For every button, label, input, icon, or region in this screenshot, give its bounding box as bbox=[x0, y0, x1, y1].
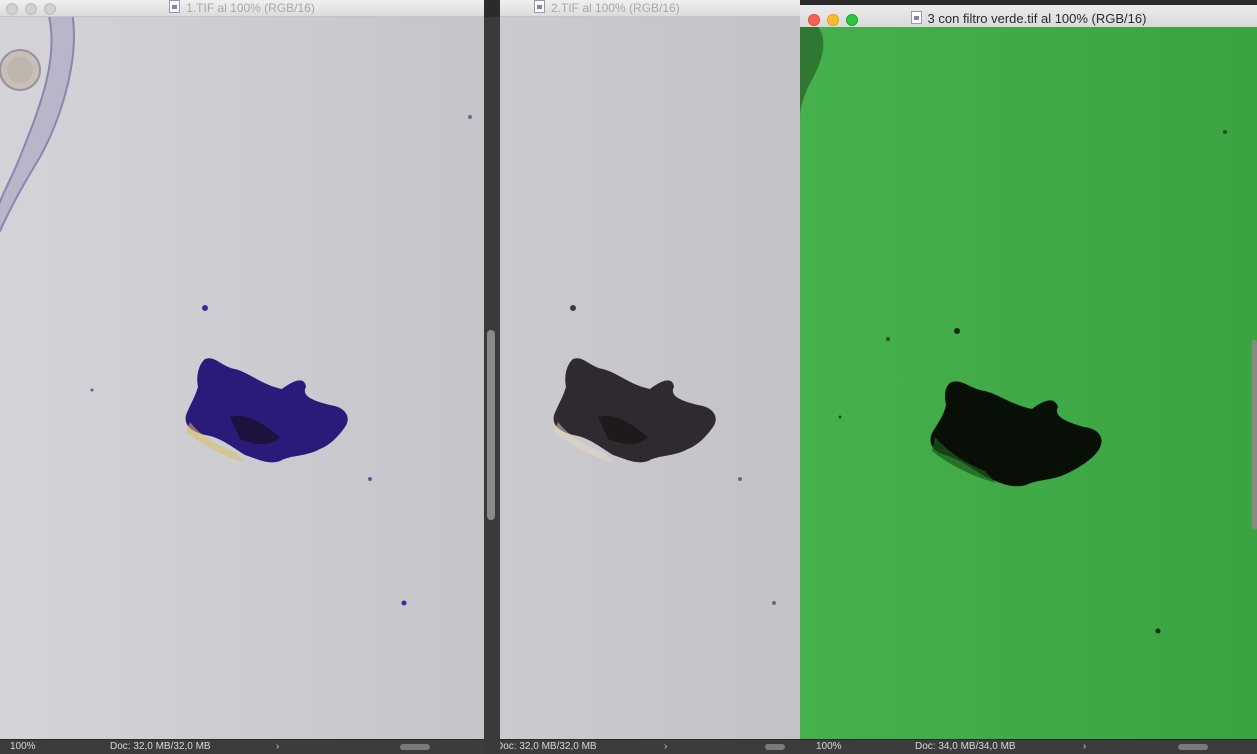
window-2-statusbar: Doc: 32,0 MB/32,0 MB › bbox=[500, 739, 800, 754]
window-3-statusbar: 100% Doc: 34,0 MB/34,0 MB › bbox=[800, 739, 1257, 754]
horizontal-scrollbar[interactable] bbox=[765, 744, 785, 750]
vertical-scrollbar[interactable] bbox=[1252, 340, 1257, 530]
zoom-level[interactable]: 100% bbox=[816, 740, 842, 754]
window-1-statusbar: 100% Doc: 32,0 MB/32,0 MB › bbox=[0, 739, 484, 754]
doc-size-info[interactable]: Doc: 32,0 MB/32,0 MB bbox=[110, 740, 211, 754]
window-1-titlebar[interactable]: 1.TIF al 100% (RGB/16) bbox=[0, 0, 484, 17]
window-1-title: 1.TIF al 100% (RGB/16) bbox=[186, 1, 315, 15]
image-canvas-3[interactable] bbox=[800, 27, 1257, 740]
document-icon bbox=[169, 0, 181, 13]
image-canvas-2[interactable] bbox=[500, 17, 800, 740]
zoom-level[interactable]: 100% bbox=[10, 740, 36, 754]
document-icon bbox=[910, 11, 922, 24]
window-2-titlebar[interactable]: 2.TIF al 100% (RGB/16) bbox=[500, 0, 800, 17]
window-2-title: 2.TIF al 100% (RGB/16) bbox=[551, 1, 680, 15]
micrograph-image-2 bbox=[500, 17, 800, 740]
status-menu-arrow[interactable]: › bbox=[276, 740, 279, 754]
document-icon bbox=[534, 0, 545, 13]
micrograph-image-3 bbox=[800, 27, 1257, 740]
doc-size-info[interactable]: Doc: 32,0 MB/32,0 MB bbox=[500, 740, 597, 754]
micrograph-image-1 bbox=[0, 17, 484, 740]
document-window-2[interactable]: 2.TIF al 100% (RGB/16) Doc: 32,0 MB/32,0… bbox=[500, 0, 800, 754]
vertical-scrollbar[interactable] bbox=[487, 330, 495, 520]
document-window-3[interactable]: 3 con filtro verde.tif al 100% (RGB/16) … bbox=[800, 5, 1257, 754]
doc-size-info[interactable]: Doc: 34,0 MB/34,0 MB bbox=[915, 740, 1016, 754]
image-canvas-1[interactable] bbox=[0, 17, 484, 740]
window-3-title: 3 con filtro verde.tif al 100% (RGB/16) bbox=[927, 11, 1147, 26]
status-menu-arrow[interactable]: › bbox=[1083, 740, 1086, 754]
status-menu-arrow[interactable]: › bbox=[664, 740, 667, 754]
document-window-1[interactable]: 1.TIF al 100% (RGB/16) 100% Doc: 32,0 MB… bbox=[0, 0, 484, 754]
horizontal-scrollbar[interactable] bbox=[400, 744, 430, 750]
horizontal-scrollbar[interactable] bbox=[1178, 744, 1208, 750]
